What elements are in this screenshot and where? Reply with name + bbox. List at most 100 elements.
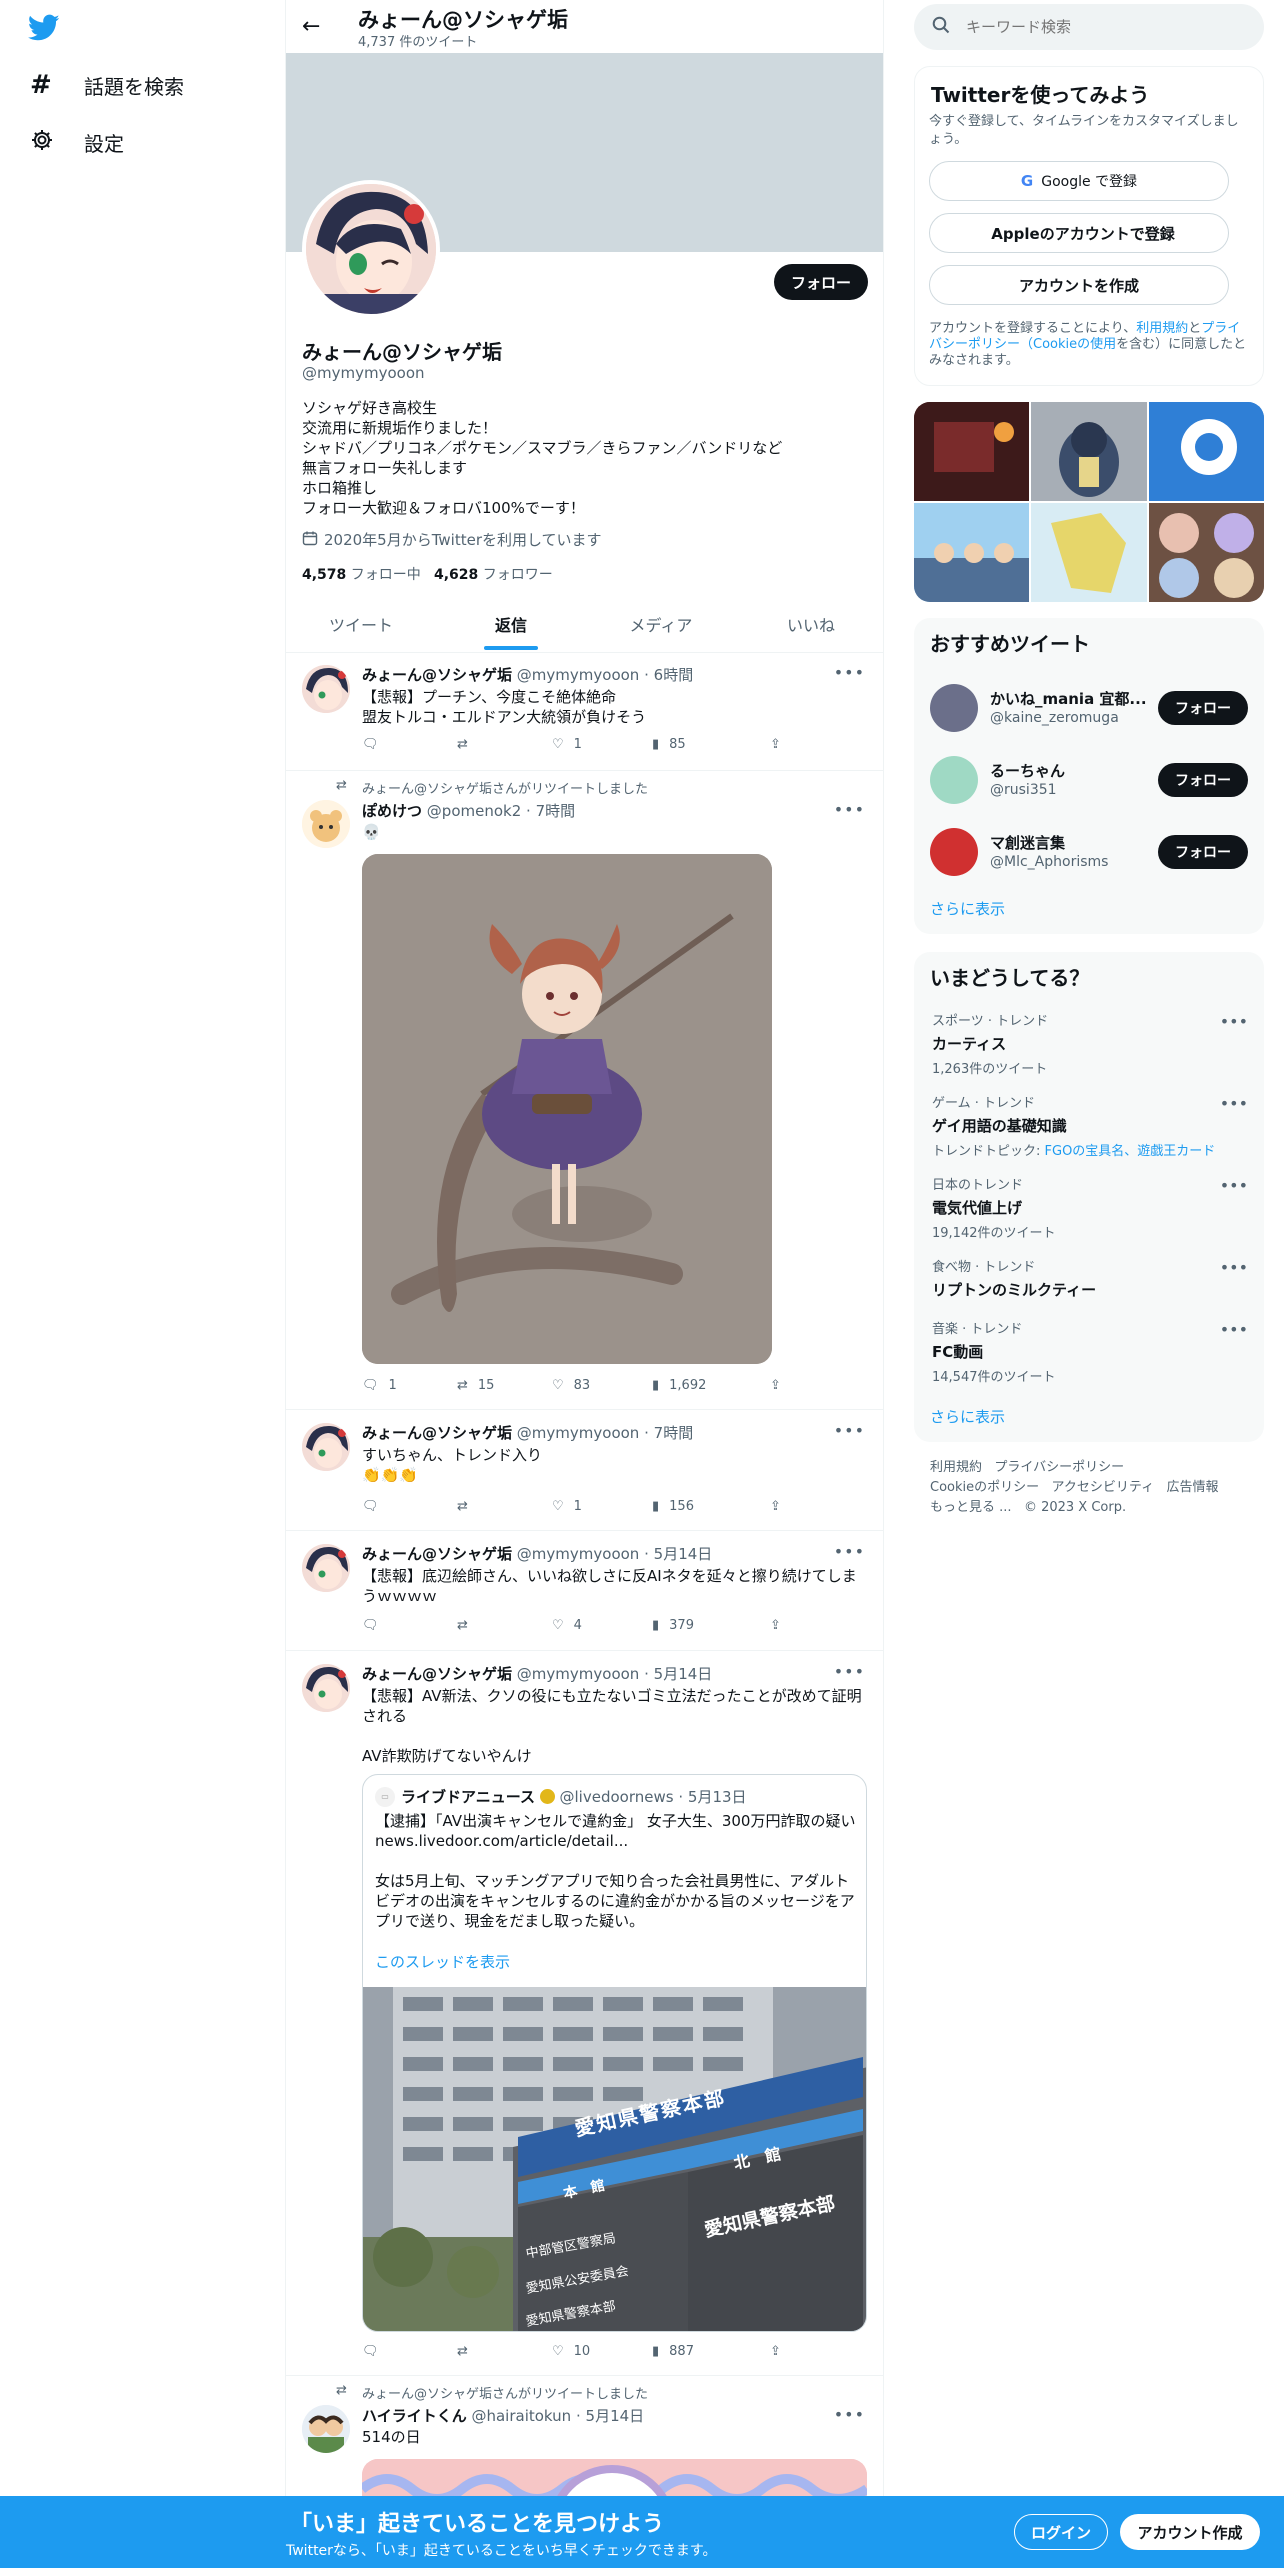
footer-link[interactable]: プライバシーポリシー [994, 1460, 1124, 1475]
share-button[interactable]: ⇪ [770, 2344, 781, 2359]
tweet-time[interactable]: 7時間 [654, 1424, 694, 1442]
author-name[interactable]: みょーん@ソシャゲ垢 [362, 1424, 512, 1442]
tab-likes[interactable]: いいね [736, 596, 886, 652]
media-thumb[interactable] [1031, 402, 1147, 501]
avatar[interactable] [302, 800, 350, 848]
footer-link[interactable]: Cookieのポリシー [930, 1480, 1039, 1495]
retweet-button[interactable]: ⇄ [457, 2344, 478, 2359]
reply-button[interactable]: 🗨 [362, 1618, 389, 1633]
footer-link[interactable]: 利用規約 [930, 1460, 982, 1475]
show-more-link[interactable]: さらに表示 [930, 898, 1005, 919]
quote-image[interactable]: 愛知県警察本部 本 館 北 館 愛知県警察本部 中部管区警察局 愛知県公安委員会… [363, 1987, 866, 2331]
trend-item[interactable]: 食べ物 · トレンド リプトンのミルクティー [932, 1256, 1252, 1300]
avatar[interactable] [302, 1664, 350, 1712]
media-thumb[interactable] [914, 503, 1029, 602]
views-button[interactable]: ▮ 887 [652, 2344, 694, 2359]
author-handle[interactable]: @pomenok2 [427, 802, 521, 820]
more-icon[interactable]: ••• [834, 663, 865, 682]
follow-button[interactable]: フォロー [774, 264, 868, 300]
trend-item[interactable]: 音楽 · トレンド FC動画 14,547件のツイート [932, 1318, 1252, 1385]
search-input[interactable] [966, 18, 1226, 36]
author-handle[interactable]: @mymymyooon [517, 1545, 640, 1563]
tab-media[interactable]: メディア [586, 596, 736, 652]
author-handle[interactable]: @hairaitokun [471, 2407, 571, 2425]
follow-button[interactable]: フォロー [1158, 835, 1248, 869]
back-arrow-icon[interactable]: ← [302, 14, 320, 39]
footer-link[interactable]: アクセシビリティ [1052, 1480, 1155, 1495]
tweet-time[interactable]: 5月14日 [654, 1665, 713, 1683]
nav-explore[interactable]: # 話題を検索 [30, 70, 184, 100]
views-button[interactable]: ▮ 85 [652, 737, 686, 752]
footer-link[interactable]: 広告情報 [1167, 1480, 1219, 1495]
share-button[interactable]: ⇪ [770, 1618, 781, 1633]
google-signup-button[interactable]: G Google で登録 [929, 161, 1229, 201]
signup-button[interactable]: アカウント作成 [1120, 2514, 1260, 2550]
recommend-user[interactable]: マ創迷言集 @Mlc_Aphorisms フォロー [914, 818, 1264, 886]
more-icon[interactable]: ••• [834, 2405, 865, 2424]
retweet-button[interactable]: ⇄ 15 [457, 1378, 494, 1393]
terms-link[interactable]: 利用規約 [1136, 321, 1188, 336]
media-thumb[interactable] [1031, 503, 1147, 602]
avatar[interactable] [302, 2405, 350, 2453]
like-button[interactable]: ♡ 4 [552, 1618, 582, 1633]
tweet-time[interactable]: 5月14日 [586, 2407, 645, 2425]
quote-tweet[interactable]: ▭ ライブドアニュース @livedoornews · 5月13日 【逮捕】「A… [362, 1774, 867, 2332]
reply-button[interactable]: 🗨 [362, 737, 389, 752]
like-button[interactable]: ♡ 83 [552, 1378, 590, 1393]
tweet-image[interactable] [362, 854, 772, 1364]
tweet[interactable]: みょーん@ソシャゲ垢 @mymymyooon · 6時間 ••• 【悲報】プーチ… [286, 653, 883, 771]
tweet-time[interactable]: 6時間 [654, 666, 694, 684]
share-button[interactable]: ⇪ [770, 1378, 781, 1393]
follow-button[interactable]: フォロー [1158, 763, 1248, 797]
show-thread-link[interactable]: このスレッドを表示 [375, 1951, 510, 1972]
create-account-button[interactable]: アカウントを作成 [929, 265, 1229, 305]
following-link[interactable]: 4,578 フォロー中 [302, 564, 421, 584]
footer-link[interactable]: もっと見る ... [930, 1500, 1012, 1515]
like-button[interactable]: ♡ 1 [552, 737, 582, 752]
retweet-button[interactable]: ⇄ [457, 737, 478, 752]
trend-item[interactable]: 日本のトレンド 電気代値上げ 19,142件のツイート [932, 1174, 1252, 1241]
author-name[interactable]: みょーん@ソシャゲ垢 [362, 666, 512, 684]
trend-topic-link[interactable]: FGOの宝具名、遊戯王カード [1045, 1144, 1216, 1159]
twitter-logo[interactable] [27, 14, 60, 42]
share-button[interactable]: ⇪ [770, 1499, 781, 1514]
follow-button[interactable]: フォロー [1158, 691, 1248, 725]
more-icon[interactable]: ••• [1220, 1258, 1248, 1277]
apple-signup-button[interactable]: Appleのアカウントで登録 [929, 213, 1229, 253]
retweet-button[interactable]: ⇄ [457, 1499, 478, 1514]
tweet-time[interactable]: 7時間 [536, 802, 576, 820]
reply-button[interactable]: 🗨 [362, 1499, 389, 1514]
more-icon[interactable]: ••• [1220, 1012, 1248, 1031]
more-icon[interactable]: ••• [834, 800, 865, 819]
media-thumb[interactable] [1149, 402, 1264, 501]
like-button[interactable]: ♡ 1 [552, 1499, 582, 1514]
author-name[interactable]: みょーん@ソシャゲ垢 [362, 1545, 512, 1563]
author-name[interactable]: みょーん@ソシャゲ垢 [362, 1665, 512, 1683]
retweet-button[interactable]: ⇄ [457, 1618, 478, 1633]
recommend-user[interactable]: るーちゃん @rusi351 フォロー [914, 746, 1264, 814]
views-button[interactable]: ▮ 1,692 [652, 1378, 706, 1393]
trend-item[interactable]: スポーツ · トレンド カーティス 1,263件のツイート [932, 1010, 1252, 1077]
author-handle[interactable]: @mymymyooon [517, 1424, 640, 1442]
show-more-link[interactable]: さらに表示 [930, 1406, 1005, 1427]
avatar[interactable] [302, 1544, 350, 1592]
more-icon[interactable]: ••• [834, 1662, 865, 1681]
views-button[interactable]: ▮ 156 [652, 1499, 694, 1514]
more-icon[interactable]: ••• [1220, 1320, 1248, 1339]
more-icon[interactable]: ••• [834, 1542, 865, 1561]
more-icon[interactable]: ••• [1220, 1176, 1248, 1195]
reply-button[interactable]: 🗨 1 [362, 1378, 397, 1393]
author-name[interactable]: ハイライトくん [362, 2407, 467, 2425]
media-thumb[interactable] [914, 402, 1029, 501]
media-thumb[interactable] [1149, 503, 1264, 602]
tab-tweets[interactable]: ツイート [286, 596, 436, 652]
views-button[interactable]: ▮ 379 [652, 1618, 694, 1633]
nav-settings[interactable]: 設定 [30, 128, 124, 157]
retweet-note[interactable]: みょーん@ソシャゲ垢さんがリツイートしました [362, 2383, 648, 2402]
followers-link[interactable]: 4,628 フォロワー [434, 564, 553, 584]
share-button[interactable]: ⇪ [770, 737, 781, 752]
tab-replies[interactable]: 返信 [436, 596, 586, 652]
author-name[interactable]: ぽめけつ [362, 802, 422, 820]
retweet-note[interactable]: みょーん@ソシャゲ垢さんがリツイートしました [362, 778, 648, 797]
like-button[interactable]: ♡ 10 [552, 2344, 590, 2359]
